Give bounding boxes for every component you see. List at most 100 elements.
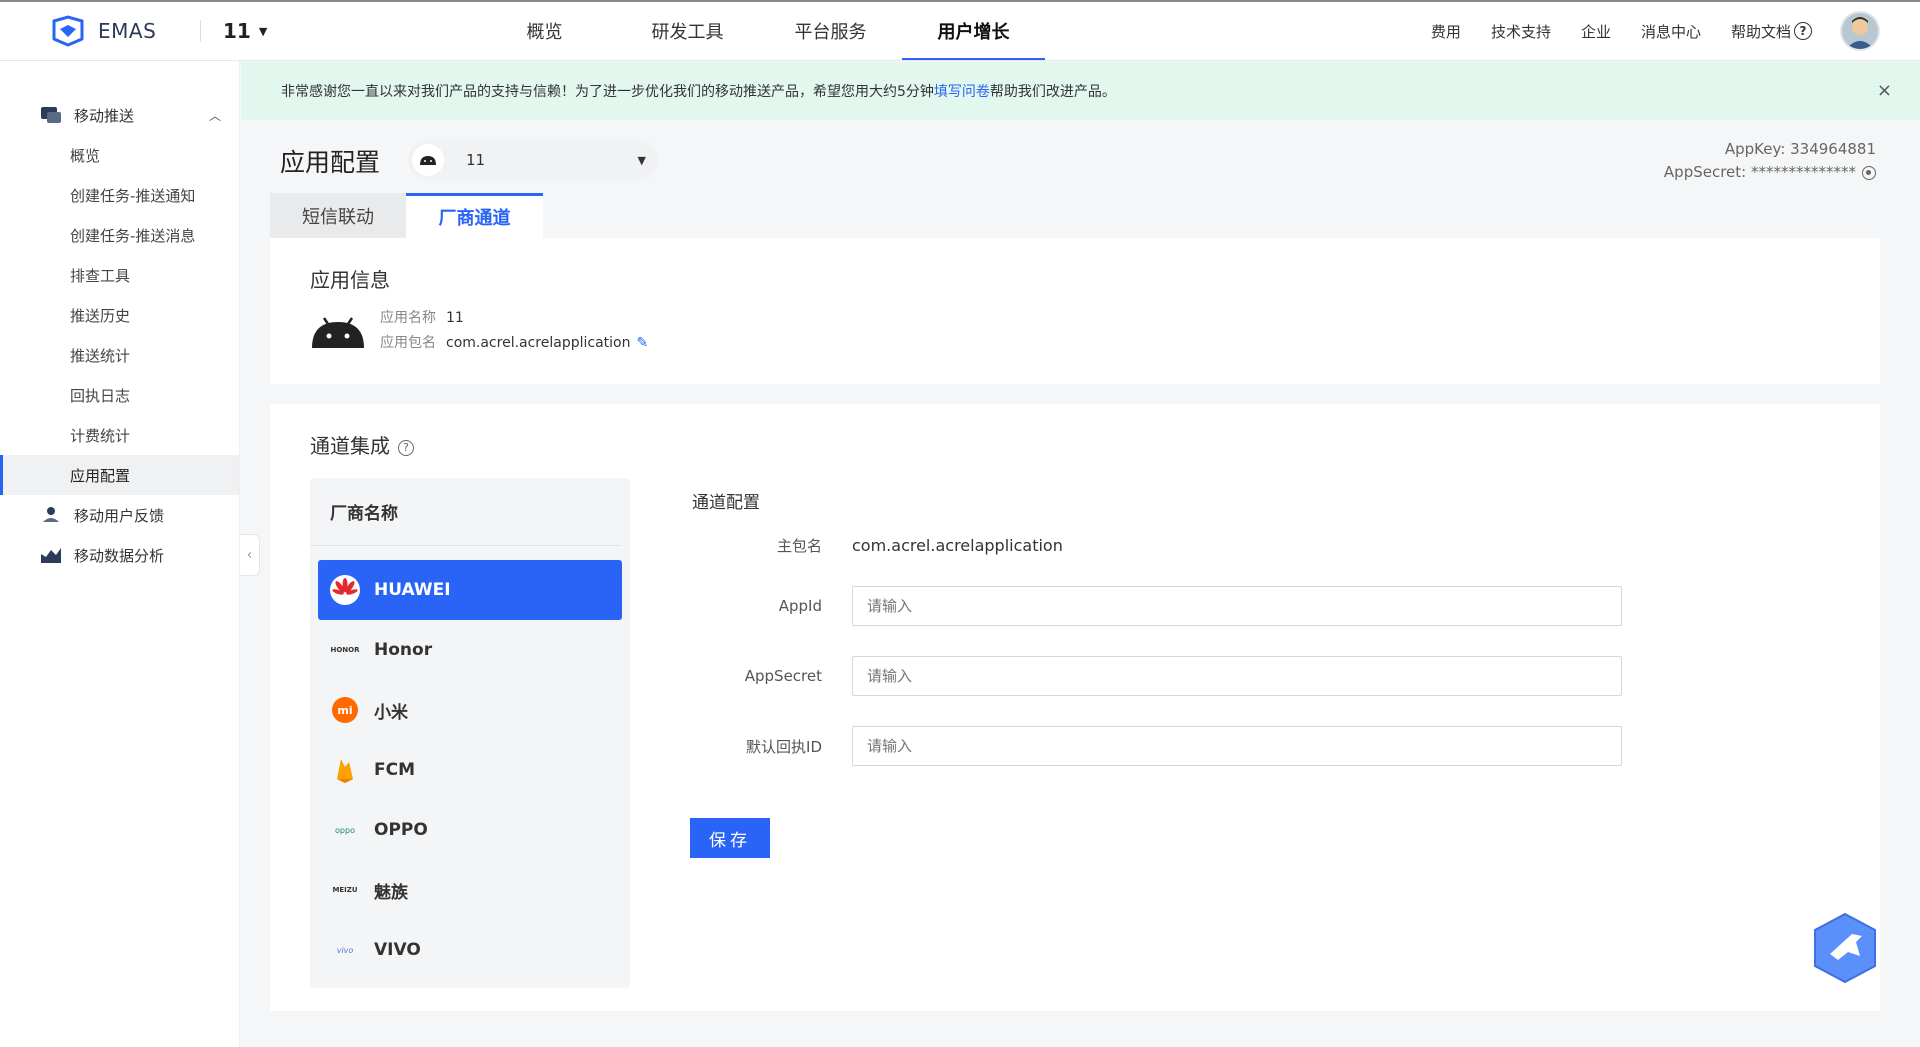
- assistant-bird-icon[interactable]: [1812, 912, 1878, 984]
- emas-logo[interactable]: EMAS: [50, 15, 200, 47]
- appkey-text: AppKey: 334964881: [1724, 140, 1876, 158]
- sidebar-collapse-button[interactable]: ‹: [240, 534, 260, 576]
- main-package-value: com.acrel.acrelapplication: [852, 536, 1063, 555]
- sidebar-item-create-message[interactable]: 创建任务-推送消息: [0, 215, 239, 255]
- chart-icon: [41, 548, 61, 563]
- sidebar-group-label: 移动用户反馈: [74, 506, 165, 525]
- caret-down-icon: ▼: [637, 153, 646, 167]
- chevron-up-icon[interactable]: ︿: [209, 107, 221, 124]
- link-help-docs[interactable]: 帮助文档 ?: [1731, 21, 1812, 42]
- avatar[interactable]: [1840, 11, 1880, 51]
- tab-sms[interactable]: 短信联动: [270, 193, 406, 238]
- app-name-label: 应用名称: [380, 310, 436, 326]
- push-icon: [41, 107, 61, 123]
- app-name-value: 11: [446, 310, 464, 326]
- vendor-label: Honor: [374, 640, 433, 660]
- sidebar-group-mobile-push[interactable]: 移动推送 ︿: [0, 95, 239, 135]
- sidebar-item-billing-stats[interactable]: 计费统计: [0, 415, 239, 455]
- vendor-meizu[interactable]: MEIZU 魅族: [318, 860, 622, 920]
- notice-text-end: 帮助我们改进产品。: [989, 84, 1116, 100]
- package-value: com.acrel.acrelapplication: [446, 335, 631, 351]
- vendor-honor[interactable]: HONOR Honor: [318, 620, 622, 680]
- package-label: 应用包名: [380, 335, 436, 351]
- sidebar-item-create-notification[interactable]: 创建任务-推送通知: [0, 175, 239, 215]
- avatar-image: [1842, 13, 1878, 49]
- vendor-vivo[interactable]: vivo VIVO: [318, 920, 622, 980]
- xiaomi-icon: mi: [330, 695, 360, 725]
- main-nav: 概览 研发工具 平台服务 用户增长: [473, 2, 1045, 60]
- vendor-label: FCM: [374, 760, 416, 780]
- vendor-panel: 厂商名称 HUAWEI HONOR Honor mi 小米 FCM oppo O…: [310, 478, 630, 988]
- sidebar-item-push-history[interactable]: 推送历史: [0, 295, 239, 335]
- appsecret-label: AppSecret: [744, 667, 822, 685]
- sidebar-item-app-config[interactable]: 应用配置: [0, 455, 239, 495]
- eye-icon[interactable]: [1862, 165, 1876, 180]
- link-message-center[interactable]: 消息中心: [1641, 21, 1701, 42]
- appid-label: AppId: [778, 597, 822, 615]
- receipt-id-label: 默认回执ID: [746, 737, 822, 756]
- link-enterprise[interactable]: 企业: [1581, 21, 1611, 42]
- appsecret-input[interactable]: [852, 656, 1622, 696]
- vendor-label: 魅族: [374, 882, 408, 903]
- appsecret-row: AppSecret: **************: [1664, 161, 1876, 184]
- appid-row: AppId: [690, 586, 1630, 626]
- save-button[interactable]: 保存: [690, 818, 770, 858]
- chevron-left-icon: ‹: [246, 547, 253, 563]
- sidebar-group-analytics[interactable]: 移动数据分析: [0, 535, 239, 575]
- vendor-label: 小米: [374, 702, 408, 723]
- vendor-list: HUAWEI HONOR Honor mi 小米 FCM oppo OPPO M…: [310, 546, 630, 980]
- vendor-label: OPPO: [374, 820, 428, 840]
- channel-title: 通道集成: [310, 434, 390, 458]
- huawei-icon: [330, 575, 360, 605]
- app-dropdown[interactable]: 11 ▼: [408, 140, 658, 180]
- sidebar-item-troubleshoot[interactable]: 排查工具: [0, 255, 239, 295]
- question-icon[interactable]: ?: [398, 439, 414, 456]
- top-navbar: EMAS 11 ▼ 概览 研发工具 平台服务 用户增长 费用 技术支持 企业 消…: [0, 0, 1920, 61]
- tab-vendor-channel[interactable]: 厂商通道: [406, 193, 543, 238]
- appid-input[interactable]: [852, 586, 1622, 626]
- receipt-id-row: 默认回执ID: [690, 726, 1630, 766]
- vendor-huawei[interactable]: HUAWEI: [318, 560, 622, 620]
- nav-platform-services[interactable]: 平台服务: [759, 2, 902, 60]
- close-icon[interactable]: ×: [1877, 80, 1892, 101]
- vendor-fcm[interactable]: FCM: [318, 740, 622, 800]
- receipt-id-input[interactable]: [852, 726, 1622, 766]
- caret-down-icon: ▼: [258, 24, 268, 38]
- link-tech-support[interactable]: 技术支持: [1491, 21, 1551, 42]
- nav-user-growth[interactable]: 用户增长: [902, 2, 1045, 60]
- page-title: 应用配置: [280, 148, 381, 177]
- app-info-title: 应用信息: [310, 268, 390, 292]
- survey-link[interactable]: 填写问卷: [934, 81, 990, 101]
- honor-icon: HONOR: [330, 646, 360, 654]
- sidebar-item-push-stats[interactable]: 推送统计: [0, 335, 239, 375]
- sidebar-group-feedback[interactable]: 移动用户反馈: [0, 495, 239, 535]
- firebase-icon: [330, 755, 360, 785]
- app-meta: 应用名称 11 应用包名 com.acrel.acrelapplication ✎: [310, 306, 648, 356]
- config-title: 通道配置: [692, 493, 760, 513]
- tab-bar: 短信联动 厂商通道: [270, 193, 543, 238]
- sidebar: 移动推送 ︿ 概览 创建任务-推送通知 创建任务-推送消息 排查工具 推送历史 …: [0, 61, 240, 1047]
- divider: [200, 20, 201, 42]
- app-selector[interactable]: 11 ▼: [223, 19, 363, 43]
- vendor-label: HUAWEI: [374, 580, 451, 600]
- channel-title-row: 通道集成?: [310, 430, 414, 459]
- app-dropdown-value: 11: [466, 151, 486, 169]
- right-nav: 费用 技术支持 企业 消息中心 帮助文档 ?: [1401, 2, 1920, 60]
- link-billing[interactable]: 费用: [1431, 21, 1461, 42]
- sidebar-group-label: 移动推送: [74, 106, 135, 125]
- vendor-oppo[interactable]: oppo OPPO: [318, 800, 622, 860]
- sidebar-item-overview[interactable]: 概览: [0, 135, 239, 175]
- nav-overview[interactable]: 概览: [473, 2, 616, 60]
- sidebar-item-receipt-log[interactable]: 回执日志: [0, 375, 239, 415]
- main-package-label: 主包名: [776, 537, 822, 555]
- vendor-header: 厂商名称: [310, 478, 622, 546]
- meta-lines: 应用名称 11 应用包名 com.acrel.acrelapplication ✎: [380, 306, 648, 356]
- help-docs-label: 帮助文档: [1730, 22, 1791, 41]
- nav-dev-tools[interactable]: 研发工具: [616, 2, 759, 60]
- edit-icon[interactable]: ✎: [636, 331, 648, 356]
- logo-text: EMAS: [98, 19, 157, 43]
- channel-config-form: 通道配置 主包名 com.acrel.acrelapplication AppI…: [690, 488, 1630, 858]
- vendor-xiaomi[interactable]: mi 小米: [318, 680, 622, 740]
- channel-card: 通道集成? 厂商名称 HUAWEI HONOR Honor mi 小米 FCM …: [270, 404, 1880, 1011]
- oppo-icon: oppo: [335, 825, 355, 835]
